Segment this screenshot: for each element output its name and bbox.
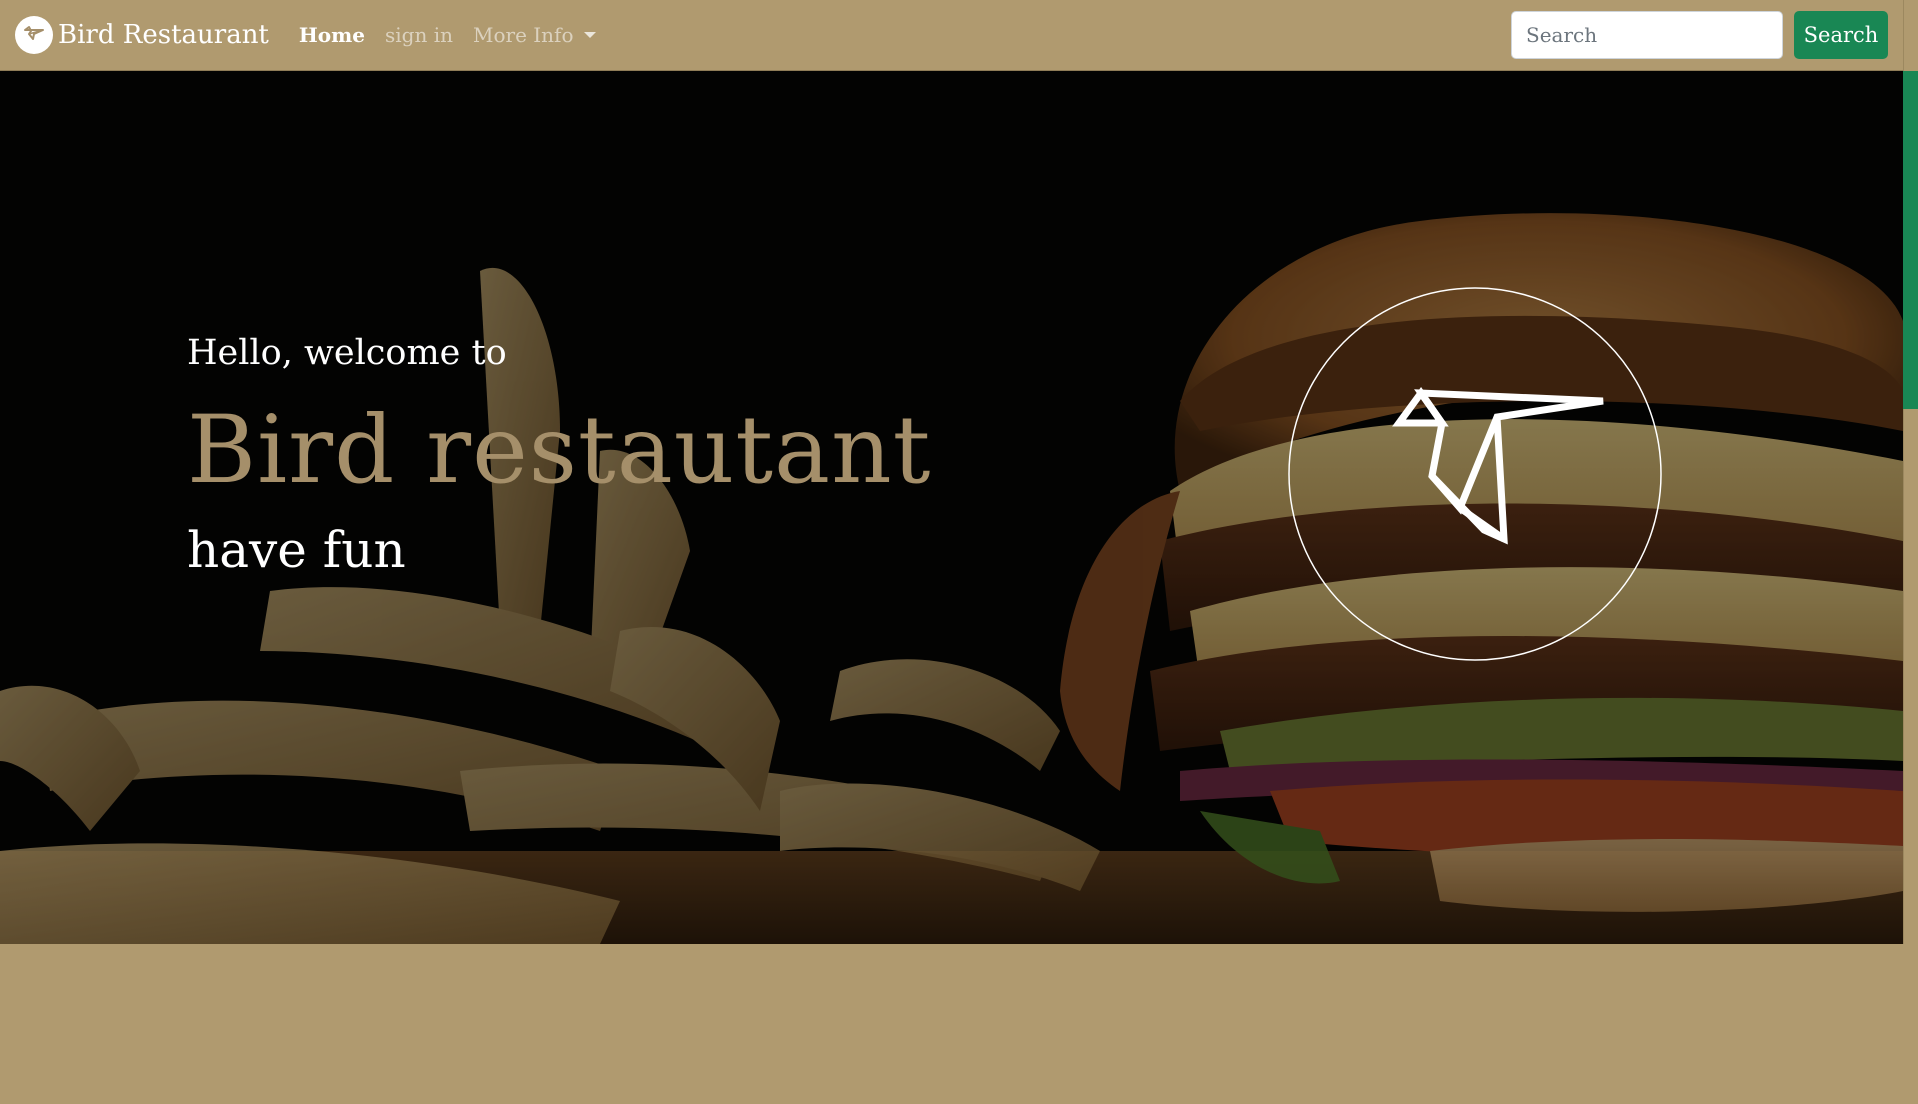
more-info-label: More Info: [473, 23, 574, 47]
brand-link[interactable]: Bird Restaurant: [15, 16, 269, 54]
top-navbar: Bird Restaurant Home sign in More Info S…: [0, 0, 1903, 71]
nav-link-home[interactable]: Home: [299, 23, 365, 47]
hero-greeting: Hello, welcome to: [187, 333, 507, 373]
hero-tagline: have fun: [187, 521, 406, 580]
nav-link-sign-in[interactable]: sign in: [385, 23, 453, 47]
brand-name: Bird Restaurant: [58, 20, 269, 50]
scrollbar-thumb[interactable]: [1903, 71, 1918, 409]
hero-text: Hello, welcome to Bird restautant have f…: [187, 333, 932, 580]
search-form: Search: [1511, 11, 1888, 59]
page-background: [0, 944, 1918, 1104]
hero-title: Bird restautant: [187, 396, 932, 505]
hero-section: Hello, welcome to Bird restautant have f…: [0, 71, 1903, 944]
nav-dropdown-more-info[interactable]: More Info: [473, 23, 596, 47]
caret-down-icon: [583, 32, 596, 38]
search-input[interactable]: [1511, 11, 1783, 59]
bird-logo-icon: [15, 16, 53, 54]
search-button[interactable]: Search: [1794, 11, 1888, 59]
origami-bird-icon: [1288, 287, 1662, 661]
nav-links: Home sign in More Info: [299, 23, 616, 47]
